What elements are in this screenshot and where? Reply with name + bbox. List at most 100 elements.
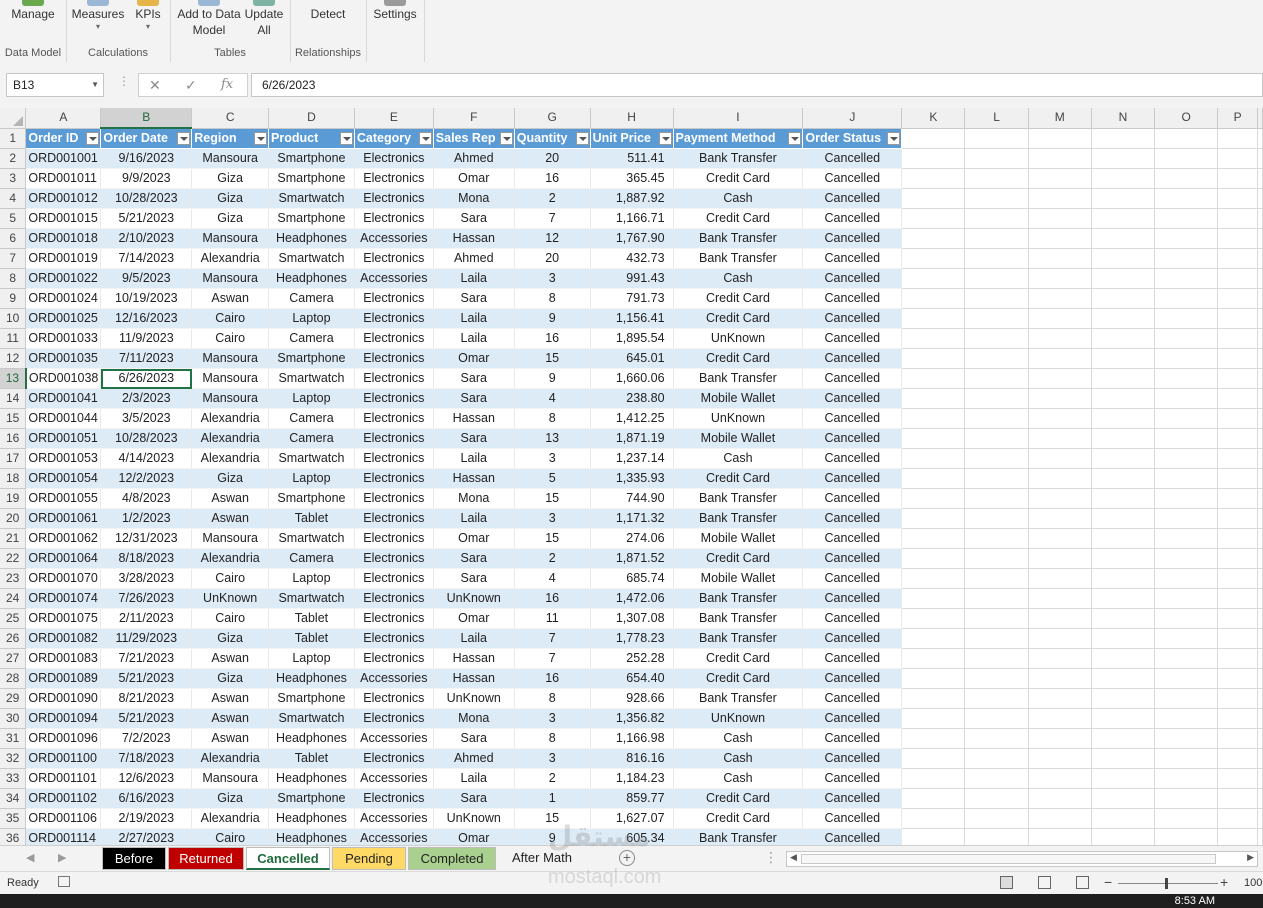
column-header-j[interactable]: J [802, 108, 903, 129]
empty-cell[interactable] [901, 428, 966, 449]
empty-cell[interactable] [901, 248, 966, 269]
empty-cell[interactable] [1257, 148, 1263, 169]
table-cell[interactable]: Headphones [268, 828, 355, 845]
table-cell[interactable]: ORD001001 [25, 148, 102, 169]
table-cell[interactable]: Cairo [191, 568, 270, 589]
column-header-d[interactable]: D [268, 108, 355, 129]
empty-cell[interactable] [1257, 808, 1263, 829]
table-cell[interactable]: UnKnown [433, 808, 515, 829]
table-cell[interactable]: Bank Transfer [673, 148, 804, 169]
table-cell[interactable]: 1,412.25 [590, 408, 674, 429]
table-cell[interactable]: Headphones [268, 728, 355, 749]
empty-cell[interactable] [1091, 608, 1156, 629]
filter-dropdown-icon[interactable] [788, 131, 802, 145]
table-cell[interactable]: 1,895.54 [590, 328, 674, 349]
column-header-i[interactable]: I [673, 108, 804, 129]
empty-cell[interactable] [1091, 368, 1156, 389]
table-cell[interactable]: Sara [433, 288, 515, 309]
empty-cell[interactable] [1154, 328, 1219, 349]
row-header[interactable]: 1 [0, 128, 27, 149]
row-header[interactable]: 15 [0, 408, 27, 429]
table-cell[interactable]: Cancelled [802, 568, 903, 589]
settings-button[interactable]: Settings [370, 0, 420, 22]
empty-cell[interactable] [1217, 268, 1258, 289]
empty-cell[interactable] [1091, 468, 1156, 489]
table-cell[interactable]: ORD001018 [25, 228, 102, 249]
empty-cell[interactable] [964, 828, 1029, 845]
empty-cell[interactable] [1028, 308, 1092, 329]
table-cell[interactable]: 9 [514, 368, 591, 389]
column-header-e[interactable]: E [354, 108, 434, 129]
kpis-button[interactable]: KPIs ▾ [132, 0, 164, 32]
row-header[interactable]: 31 [0, 728, 27, 749]
column-header-k[interactable]: K [901, 108, 966, 129]
row-header[interactable]: 3 [0, 168, 27, 189]
table-cell[interactable]: Electronics [354, 348, 434, 369]
table-cell[interactable]: Alexandria [191, 548, 270, 569]
table-cell[interactable]: ORD001038 [25, 368, 102, 389]
table-cell[interactable]: Cancelled [802, 828, 903, 845]
normal-view-icon[interactable] [1000, 876, 1013, 889]
table-cell[interactable]: Accessories [354, 668, 434, 689]
empty-cell[interactable] [964, 508, 1029, 529]
row-header[interactable]: 25 [0, 608, 27, 629]
table-cell[interactable]: ORD001035 [25, 348, 102, 369]
table-cell[interactable]: Bank Transfer [673, 508, 804, 529]
empty-cell[interactable] [964, 168, 1029, 189]
table-cell[interactable]: 1,871.52 [590, 548, 674, 569]
table-cell[interactable]: 1,767.90 [590, 228, 674, 249]
empty-cell[interactable] [964, 688, 1029, 709]
empty-cell[interactable] [1257, 708, 1263, 729]
empty-cell[interactable] [1091, 508, 1156, 529]
table-cell[interactable]: 16 [514, 668, 591, 689]
row-header[interactable]: 9 [0, 288, 27, 309]
table-cell[interactable]: Alexandria [191, 448, 270, 469]
empty-cell[interactable] [901, 388, 966, 409]
empty-cell[interactable] [964, 188, 1029, 209]
table-cell[interactable]: Electronics [354, 328, 434, 349]
empty-cell[interactable] [1091, 568, 1156, 589]
empty-cell[interactable] [901, 688, 966, 709]
empty-cell[interactable] [1217, 168, 1258, 189]
table-cell[interactable]: Cancelled [802, 808, 903, 829]
table-cell[interactable]: Aswan [191, 508, 270, 529]
tab-scroll-left-icon[interactable]: ◀ [26, 851, 34, 864]
table-cell[interactable]: 15 [514, 528, 591, 549]
empty-cell[interactable] [1217, 408, 1258, 429]
table-cell[interactable]: 3/28/2023 [100, 568, 193, 589]
table-cell[interactable]: Cancelled [802, 488, 903, 509]
empty-cell[interactable] [964, 348, 1029, 369]
empty-cell[interactable] [1091, 528, 1156, 549]
empty-cell[interactable] [1257, 488, 1263, 509]
table-cell[interactable]: ORD001090 [25, 688, 102, 709]
table-cell[interactable]: 991.43 [590, 268, 674, 289]
table-cell[interactable]: Electronics [354, 188, 434, 209]
table-cell[interactable]: ORD001015 [25, 208, 102, 229]
empty-cell[interactable] [1028, 728, 1092, 749]
table-cell[interactable]: Cash [673, 188, 804, 209]
table-cell[interactable]: 2/10/2023 [100, 228, 193, 249]
filter-dropdown-icon[interactable] [418, 131, 432, 145]
table-cell[interactable]: 15 [514, 348, 591, 369]
table-cell[interactable]: Alexandria [191, 748, 270, 769]
table-cell[interactable]: 9 [514, 828, 591, 845]
table-cell[interactable]: ORD001094 [25, 708, 102, 729]
empty-cell[interactable] [964, 728, 1029, 749]
empty-cell[interactable] [1091, 768, 1156, 789]
table-cell[interactable]: ORD001055 [25, 488, 102, 509]
table-cell[interactable]: 7 [514, 648, 591, 669]
empty-cell[interactable] [964, 648, 1029, 669]
empty-cell[interactable] [901, 328, 966, 349]
table-cell[interactable]: Cancelled [802, 328, 903, 349]
zoom-out-icon[interactable]: − [1104, 874, 1112, 890]
table-cell[interactable]: Credit Card [673, 208, 804, 229]
table-cell[interactable]: Mansoura [191, 528, 270, 549]
table-cell[interactable]: Accessories [354, 808, 434, 829]
empty-cell[interactable] [1257, 208, 1263, 229]
table-cell[interactable]: Ahmed [433, 748, 515, 769]
table-cell[interactable]: Electronics [354, 248, 434, 269]
empty-cell[interactable] [1028, 668, 1092, 689]
empty-cell[interactable] [1154, 208, 1219, 229]
table-cell[interactable]: Mansoura [191, 388, 270, 409]
empty-cell[interactable] [1028, 448, 1092, 469]
